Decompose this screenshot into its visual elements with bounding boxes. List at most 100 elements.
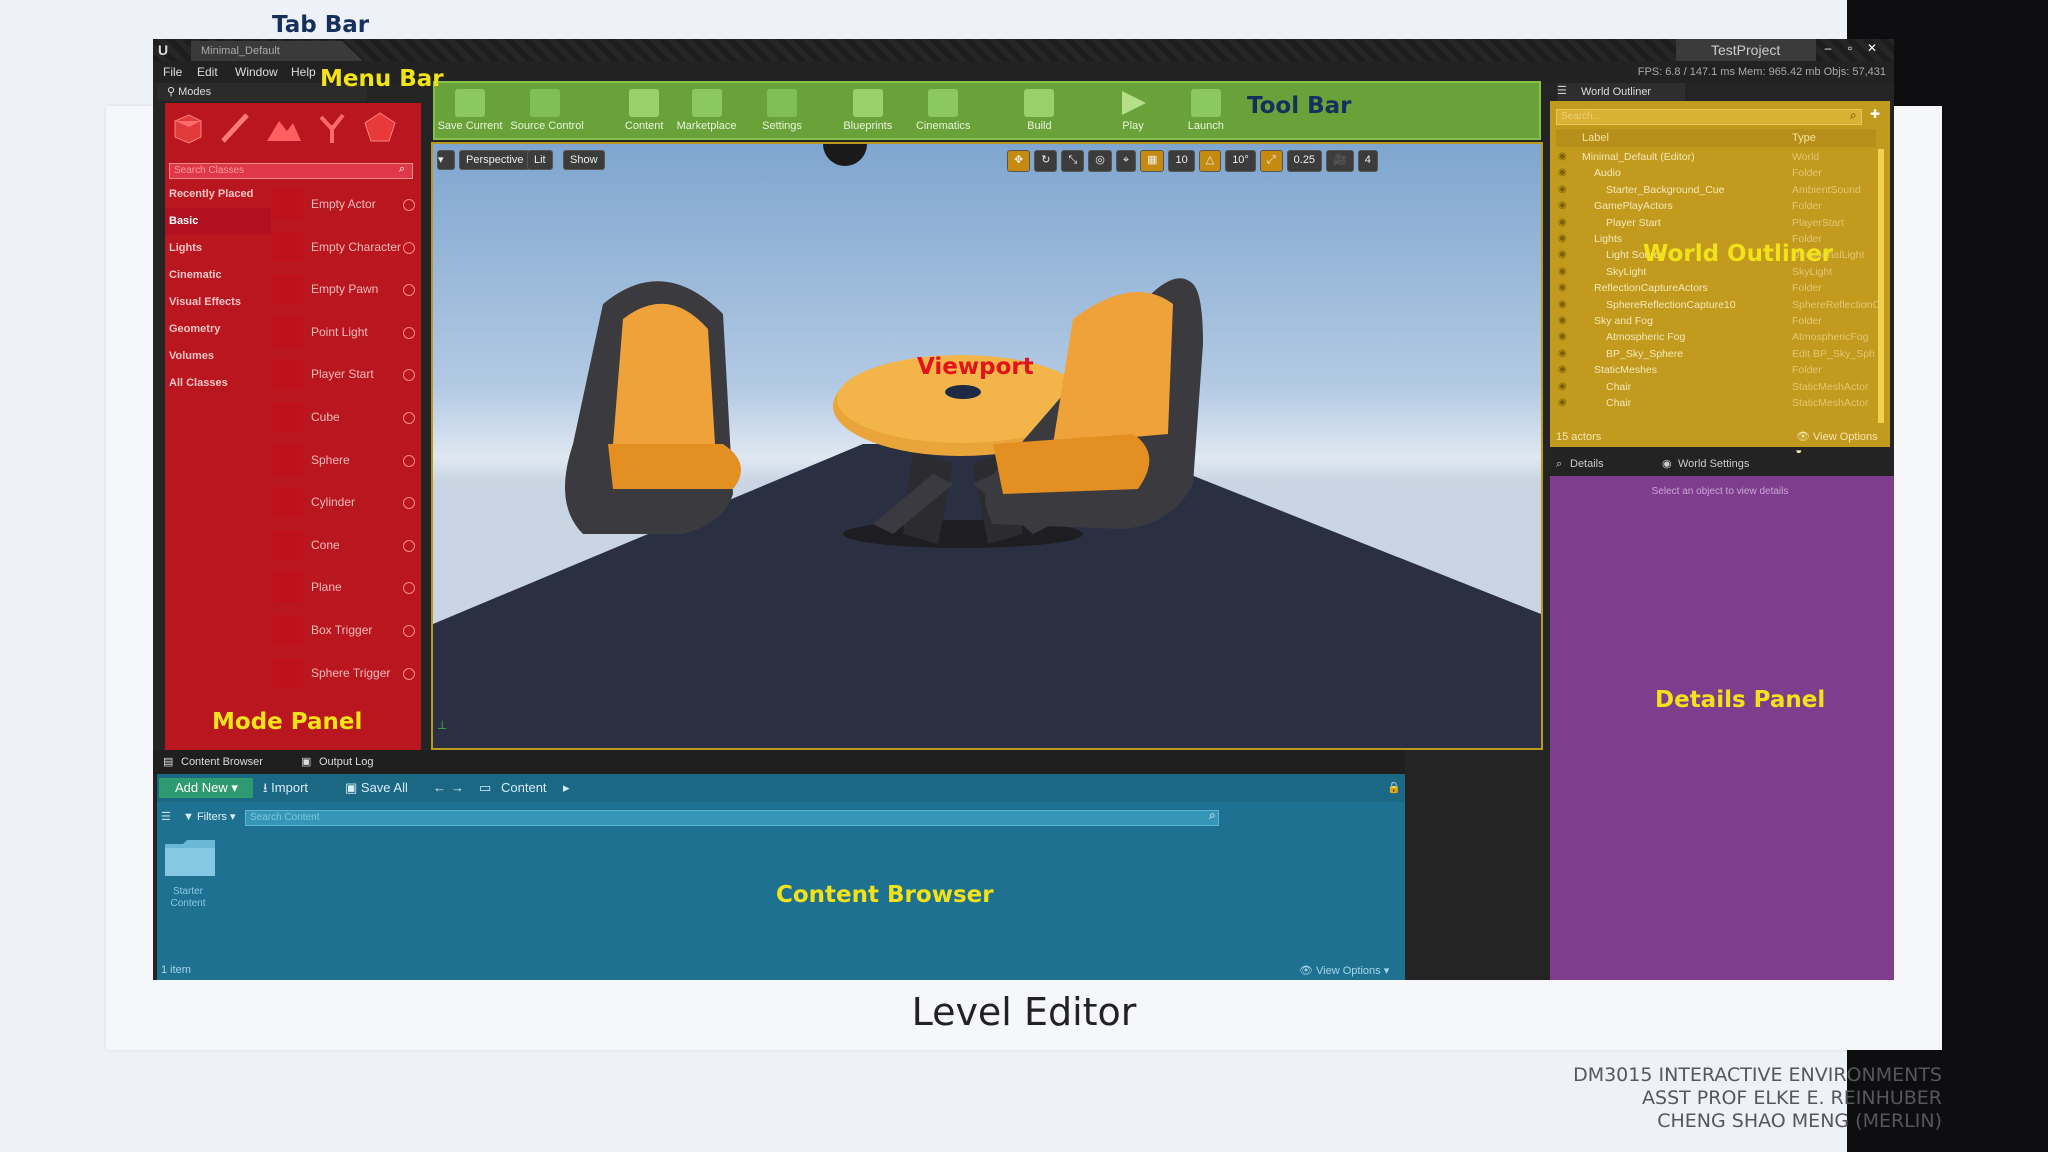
scale-snap-value[interactable]: 0.25 <box>1286 150 1323 172</box>
visibility-eye-icon[interactable]: ◉ <box>1558 280 1567 296</box>
outliner-row[interactable]: ◉ GamePlayActors Folder <box>1556 198 1884 214</box>
viewport-options-button[interactable]: ▾ <box>437 150 455 170</box>
visibility-eye-icon[interactable]: ◉ <box>1558 346 1567 362</box>
surface-snap-icon[interactable]: ⌖ <box>1115 150 1137 172</box>
search-content-input[interactable]: Search Content <box>245 810 1219 826</box>
camera-speed-icon[interactable]: 🎥 <box>1326 150 1354 172</box>
mode-category-item[interactable]: Recently Placed <box>165 181 271 207</box>
filters-button[interactable]: ▼ Filters ▾ <box>183 810 235 823</box>
visibility-eye-icon[interactable]: ◉ <box>1558 362 1567 378</box>
info-icon[interactable] <box>403 497 415 510</box>
mode-category-item[interactable]: Cinematic <box>165 262 271 288</box>
outliner-row[interactable]: ◉ ReflectionCaptureActors Folder <box>1556 280 1884 296</box>
menu-file[interactable]: File <box>163 61 182 83</box>
outliner-row[interactable]: ◉ Starter_Background_Cue AmbientSound <box>1556 182 1884 198</box>
info-icon[interactable] <box>403 369 415 382</box>
info-icon[interactable] <box>403 241 415 254</box>
toolbar-button[interactable]: Build <box>1004 83 1074 140</box>
landscape-mode-icon[interactable] <box>265 109 303 147</box>
toolbar-button[interactable]: Marketplace <box>672 83 742 140</box>
rotate-snap-icon[interactable]: △ <box>1198 150 1222 172</box>
outliner-row[interactable]: ◉ Sky and Fog Folder <box>1556 313 1884 329</box>
type-column-header[interactable]: Type <box>1792 129 1816 147</box>
place-mode-icon[interactable] <box>169 109 207 147</box>
tab-content-browser[interactable]: Content Browser <box>181 750 263 774</box>
mode-item[interactable]: Point Light <box>269 311 419 353</box>
mode-category-item[interactable]: Geometry <box>165 316 271 342</box>
mode-category-item[interactable]: Visual Effects <box>165 289 271 315</box>
mode-item[interactable]: Cylinder <box>269 481 419 523</box>
maximize-icon[interactable]: ▫ <box>1839 39 1861 57</box>
perspective-button[interactable]: Perspective <box>459 150 531 170</box>
visibility-eye-icon[interactable]: ◉ <box>1558 165 1567 181</box>
info-icon[interactable] <box>403 539 415 552</box>
visibility-eye-icon[interactable]: ◉ <box>1558 182 1567 198</box>
outliner-row[interactable]: ◉ BP_Sky_Sphere Edit BP_Sky_Sph <box>1556 346 1884 362</box>
add-new-button[interactable]: Add New ▾ <box>159 778 253 798</box>
visibility-eye-icon[interactable]: ◉ <box>1558 329 1567 345</box>
info-icon[interactable] <box>403 625 415 637</box>
toolbar-button[interactable]: Content <box>609 83 679 140</box>
visibility-eye-icon[interactable]: ◉ <box>1558 231 1567 247</box>
mode-category-item[interactable]: Basic <box>165 208 271 234</box>
world-local-icon[interactable]: ◎ <box>1088 150 1112 172</box>
import-button[interactable]: ⭳ Import <box>263 778 308 798</box>
info-icon[interactable] <box>403 582 415 595</box>
menu-edit[interactable]: Edit <box>197 61 218 83</box>
visibility-eye-icon[interactable]: ◉ <box>1558 379 1567 395</box>
save-all-button[interactable]: ▣ Save All <box>345 778 408 798</box>
visibility-eye-icon[interactable]: ◉ <box>1558 313 1567 329</box>
info-icon[interactable] <box>403 412 415 424</box>
outliner-row[interactable]: ◉ Minimal_Default (Editor) World <box>1556 149 1884 165</box>
info-icon[interactable] <box>403 326 415 339</box>
mode-item[interactable]: Cone <box>269 524 419 566</box>
geometry-mode-icon[interactable] <box>361 109 399 147</box>
rotate-snap-value[interactable]: 10° <box>1225 150 1256 172</box>
toolbar-button[interactable]: Blueprints <box>833 83 903 140</box>
lit-button[interactable]: Lit <box>527 150 553 170</box>
menu-window[interactable]: Window <box>235 61 278 83</box>
mode-item[interactable]: Sphere Trigger <box>269 652 419 694</box>
sources-icon[interactable]: ☰ <box>161 810 171 823</box>
content-view-options[interactable]: 👁 View Options ▾ <box>1299 964 1389 977</box>
info-icon[interactable] <box>403 284 415 297</box>
mode-item[interactable]: Player Start <box>269 353 419 395</box>
tab-world-settings[interactable]: World Settings <box>1678 453 1749 475</box>
rotate-icon[interactable]: ↻ <box>1034 150 1058 172</box>
visibility-eye-icon[interactable]: ◉ <box>1558 215 1567 231</box>
translate-icon[interactable]: ✥ <box>1007 150 1031 172</box>
mode-item[interactable]: Box Trigger <box>269 609 419 651</box>
toolbar-button[interactable]: Play <box>1098 83 1168 140</box>
mode-item[interactable]: Cube <box>269 396 419 438</box>
outliner-search-input[interactable]: Search... <box>1556 109 1862 125</box>
toolbar-button[interactable]: Settings <box>747 83 817 140</box>
outliner-row[interactable]: ◉ Audio Folder <box>1556 165 1884 181</box>
toolbar-button[interactable]: Cinematics <box>908 83 978 140</box>
lock-icon[interactable]: 🔒 <box>1387 778 1401 798</box>
label-column-header[interactable]: Label <box>1582 129 1609 147</box>
outliner-row[interactable]: ◉ Chair StaticMeshActor <box>1556 379 1884 395</box>
scale-icon[interactable]: ⤡ <box>1061 150 1085 172</box>
show-button[interactable]: Show <box>563 150 605 170</box>
visibility-eye-icon[interactable]: ◉ <box>1558 297 1567 313</box>
level-tab[interactable]: Minimal_Default <box>191 41 363 61</box>
outliner-row[interactable]: ◉ SphereReflectionCapture10 SphereReflecti… <box>1556 297 1884 313</box>
mode-item[interactable]: Sphere <box>269 439 419 481</box>
toolbar-button[interactable]: Source Control <box>510 83 584 140</box>
outliner-scrollbar[interactable] <box>1878 149 1884 423</box>
mode-item[interactable]: Empty Character <box>269 226 419 268</box>
minimize-icon[interactable]: – <box>1817 39 1839 57</box>
outliner-add-icon[interactable]: ✚ <box>1870 107 1880 121</box>
mode-category-item[interactable]: Volumes <box>165 343 271 369</box>
menu-help[interactable]: Help <box>291 61 316 83</box>
visibility-eye-icon[interactable]: ◉ <box>1558 149 1567 165</box>
outliner-row[interactable]: ◉ Atmospheric Fog AtmosphericFog <box>1556 329 1884 345</box>
info-icon[interactable] <box>403 199 415 211</box>
mode-item[interactable]: Plane <box>269 566 419 608</box>
close-icon[interactable]: ✕ <box>1861 39 1883 57</box>
grid-snap-value[interactable]: 10 <box>1168 150 1195 172</box>
mode-category-item[interactable]: Lights <box>165 235 271 261</box>
folder-icon[interactable] <box>163 836 217 880</box>
tab-output-log[interactable]: Output Log <box>319 750 373 774</box>
outliner-row[interactable]: ◉ Player Start PlayerStart <box>1556 215 1884 231</box>
